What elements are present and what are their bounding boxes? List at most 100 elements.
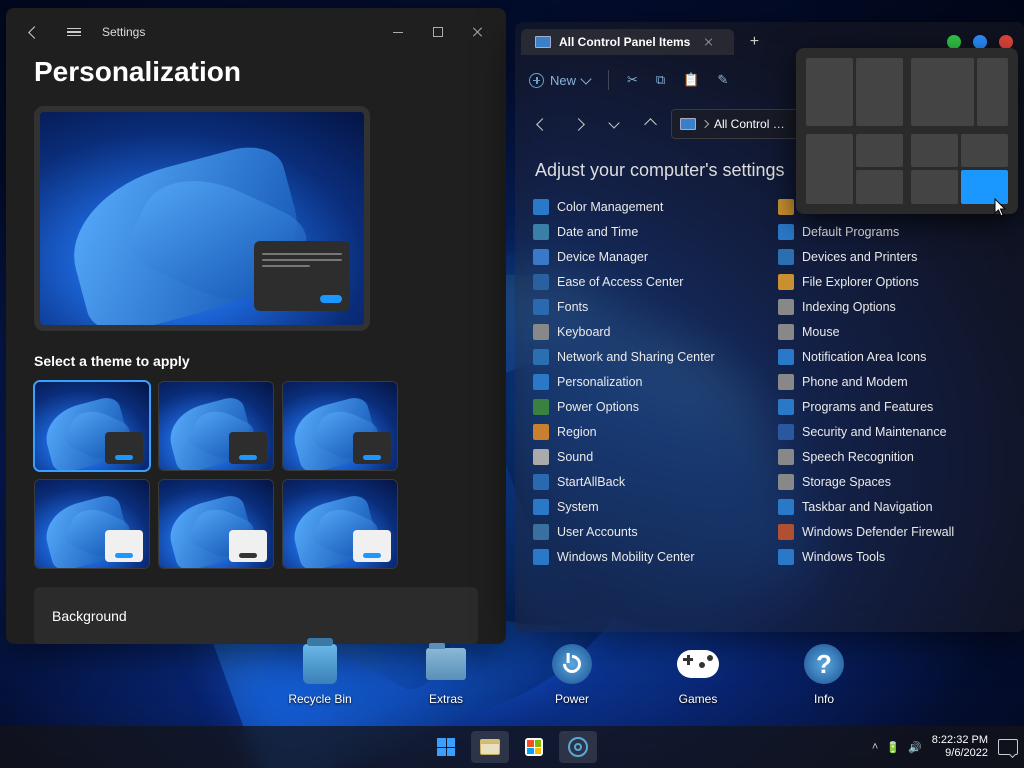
cp-item-devices-and-printers[interactable]: Devices and Printers	[774, 247, 1011, 267]
cp-item-icon	[778, 299, 794, 315]
window-minimize-dot[interactable]	[947, 35, 961, 49]
cp-item-label: Security and Maintenance	[802, 425, 947, 439]
cp-item-label: Region	[557, 425, 597, 439]
cp-item-icon	[778, 274, 794, 290]
cp-item-label: Power Options	[557, 400, 639, 414]
cp-item-file-explorer-options[interactable]: File Explorer Options	[774, 272, 1011, 292]
cp-item-date-and-time[interactable]: Date and Time	[529, 222, 766, 242]
snap-layout-2[interactable]	[806, 134, 903, 205]
snap-layout-0[interactable]	[806, 58, 903, 126]
cp-item-user-accounts[interactable]: User Accounts	[529, 522, 766, 542]
desktop-icon-label: Power	[532, 692, 612, 706]
cp-item-device-manager[interactable]: Device Manager	[529, 247, 766, 267]
cp-item-icon	[778, 499, 794, 515]
back-button[interactable]	[14, 16, 54, 48]
theme-option-4[interactable]	[158, 479, 274, 569]
start-button[interactable]	[427, 731, 465, 763]
battery-icon[interactable]: 🔋	[886, 741, 900, 754]
taskbar-settings[interactable]	[559, 731, 597, 763]
cp-item-ease-of-access-center[interactable]: Ease of Access Center	[529, 272, 766, 292]
minimize-button[interactable]	[378, 16, 418, 48]
cp-item-notification-area-icons[interactable]: Notification Area Icons	[774, 347, 1011, 367]
theme-option-2[interactable]	[282, 381, 398, 471]
cp-item-default-programs[interactable]: Default Programs	[774, 222, 1011, 242]
paste-icon[interactable]: 📋	[683, 72, 699, 88]
theme-option-0[interactable]	[34, 381, 150, 471]
notifications-button[interactable]	[998, 739, 1018, 755]
tray-chevron-icon[interactable]: ˄	[872, 741, 878, 753]
nav-back-button[interactable]	[527, 109, 557, 139]
cp-item-power-options[interactable]: Power Options	[529, 397, 766, 417]
cp-item-sound[interactable]: Sound	[529, 447, 766, 467]
taskbar-store[interactable]	[515, 731, 553, 763]
nav-forward-button[interactable]	[563, 109, 593, 139]
cp-item-windows-mobility-center[interactable]: Windows Mobility Center	[529, 547, 766, 567]
cp-item-color-management[interactable]: Color Management	[529, 197, 766, 217]
background-row[interactable]: Background	[34, 587, 478, 644]
cp-item-label: Speech Recognition	[802, 450, 914, 464]
cp-item-speech-recognition[interactable]: Speech Recognition	[774, 447, 1011, 467]
cp-item-mouse[interactable]: Mouse	[774, 322, 1011, 342]
cp-item-label: StartAllBack	[557, 475, 625, 489]
taskbar-clock[interactable]: 8:22:32 PM 9/6/2022	[932, 734, 988, 760]
cp-item-programs-and-features[interactable]: Programs and Features	[774, 397, 1011, 417]
cp-item-indexing-options[interactable]: Indexing Options	[774, 297, 1011, 317]
snap-layout-1[interactable]	[911, 58, 1008, 126]
settings-app-title: Settings	[102, 25, 145, 39]
cp-item-storage-spaces[interactable]: Storage Spaces	[774, 472, 1011, 492]
cp-item-icon	[533, 549, 549, 565]
desktop-icon-extras[interactable]: Extras	[406, 640, 486, 706]
new-tab-button[interactable]: +	[740, 33, 768, 51]
cp-item-label: File Explorer Options	[802, 275, 919, 289]
window-close-dot[interactable]	[999, 35, 1013, 49]
theme-option-5[interactable]	[282, 479, 398, 569]
clock-date: 9/6/2022	[932, 747, 988, 760]
close-button[interactable]	[458, 16, 498, 48]
nav-recent-button[interactable]	[599, 109, 629, 139]
clock-time: 8:22:32 PM	[932, 734, 988, 747]
window-maximize-dot[interactable]	[973, 35, 987, 49]
cp-item-personalization[interactable]: Personalization	[529, 372, 766, 392]
volume-icon[interactable]: 🔊	[908, 741, 922, 754]
page-title: Personalization	[34, 56, 478, 88]
cp-item-label: Personalization	[557, 375, 642, 389]
taskbar-explorer[interactable]	[471, 731, 509, 763]
maximize-button[interactable]	[418, 16, 458, 48]
cp-item-label: Mouse	[802, 325, 840, 339]
copy-icon[interactable]: ⧉	[656, 72, 665, 88]
cp-item-network-and-sharing-center[interactable]: Network and Sharing Center	[529, 347, 766, 367]
cp-item-startallback[interactable]: StartAllBack	[529, 472, 766, 492]
cp-item-security-and-maintenance[interactable]: Security and Maintenance	[774, 422, 1011, 442]
cut-icon[interactable]: ✂	[627, 72, 638, 88]
theme-option-3[interactable]	[34, 479, 150, 569]
snap-layout-3[interactable]	[911, 134, 1008, 205]
desktop-icon-games[interactable]: Games	[658, 640, 738, 706]
tab-control-panel[interactable]: All Control Panel Items	[521, 29, 734, 55]
nav-up-button[interactable]	[635, 109, 665, 139]
desktop-icon-label: Extras	[406, 692, 486, 706]
cp-item-fonts[interactable]: Fonts	[529, 297, 766, 317]
cp-item-label: System	[557, 500, 599, 514]
cp-item-icon	[533, 249, 549, 265]
desktop-icon-label: Games	[658, 692, 738, 706]
cp-item-system[interactable]: System	[529, 497, 766, 517]
new-button[interactable]: New	[529, 73, 590, 88]
cp-item-phone-and-modem[interactable]: Phone and Modem	[774, 372, 1011, 392]
cp-item-taskbar-and-navigation[interactable]: Taskbar and Navigation	[774, 497, 1011, 517]
tab-close-button[interactable]	[698, 36, 720, 48]
plus-circle-icon	[529, 73, 544, 88]
desktop-icons-row: Recycle Bin Extras Power Games ?Info	[280, 640, 864, 706]
cp-item-icon	[778, 349, 794, 365]
desktop-icon-power[interactable]: Power	[532, 640, 612, 706]
cp-item-keyboard[interactable]: Keyboard	[529, 322, 766, 342]
cp-item-windows-defender-firewall[interactable]: Windows Defender Firewall	[774, 522, 1011, 542]
theme-option-1[interactable]	[158, 381, 274, 471]
hamburger-menu-icon[interactable]	[54, 16, 94, 48]
cp-item-region[interactable]: Region	[529, 422, 766, 442]
desktop-icon-label: Info	[784, 692, 864, 706]
rename-icon[interactable]: ✎	[717, 72, 728, 88]
desktop-icon-recycle-bin[interactable]: Recycle Bin	[280, 640, 360, 706]
cp-item-windows-tools[interactable]: Windows Tools	[774, 547, 1011, 567]
desktop-icon-info[interactable]: ?Info	[784, 640, 864, 706]
extras-icon	[422, 640, 470, 688]
